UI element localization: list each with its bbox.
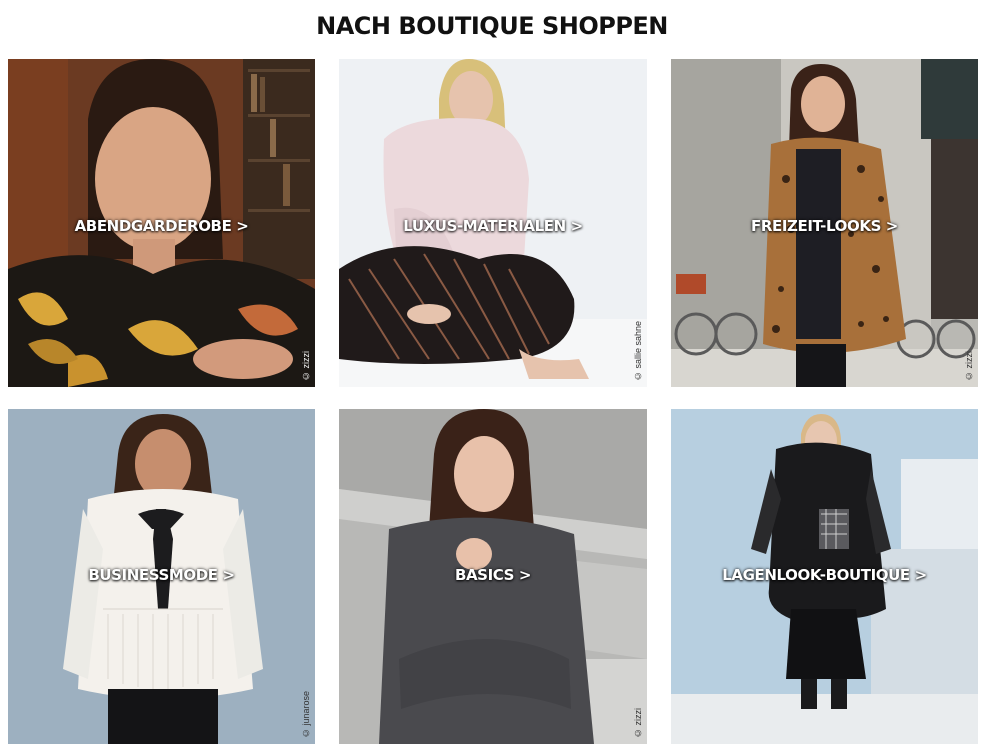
tile-label: LAGENLOOK-BOUTIQUE > — [722, 566, 927, 584]
photo-credit: © sallie sahne — [633, 320, 643, 381]
tile-label: BUSINESSMODE > — [88, 566, 235, 584]
photo-credit: © zizzi — [301, 351, 311, 381]
category-tile-businessmode[interactable]: BUSINESSMODE > © junarose — [8, 409, 315, 744]
tile-label: LUXUS-MATERIALEN > — [403, 217, 583, 235]
tile-label: BASICS > — [454, 566, 532, 584]
photo-credit: © zizzi — [964, 351, 974, 381]
tile-label: FREIZEIT-LOOKS > — [751, 217, 898, 235]
category-tile-basics[interactable]: BASICS > © zizzi — [339, 409, 647, 744]
tile-label: ABENDGARDEROBE > — [74, 217, 249, 235]
photo-credit: © junarose — [301, 690, 311, 738]
photo-credit: © zizzi — [633, 708, 643, 738]
category-tile-lagenlook-boutique[interactable]: LAGENLOOK-BOUTIQUE > — [671, 409, 978, 744]
category-tile-luxus-materialen[interactable]: LUXUS-MATERIALEN > © sallie sahne — [339, 59, 647, 387]
section-title: NACH BOUTIQUE SHOPPEN — [316, 12, 668, 40]
category-tile-freizeit-looks[interactable]: FREIZEIT-LOOKS > © zizzi — [671, 59, 978, 387]
category-tile-abendgarderobe[interactable]: ABENDGARDEROBE > © zizzi — [8, 59, 315, 387]
